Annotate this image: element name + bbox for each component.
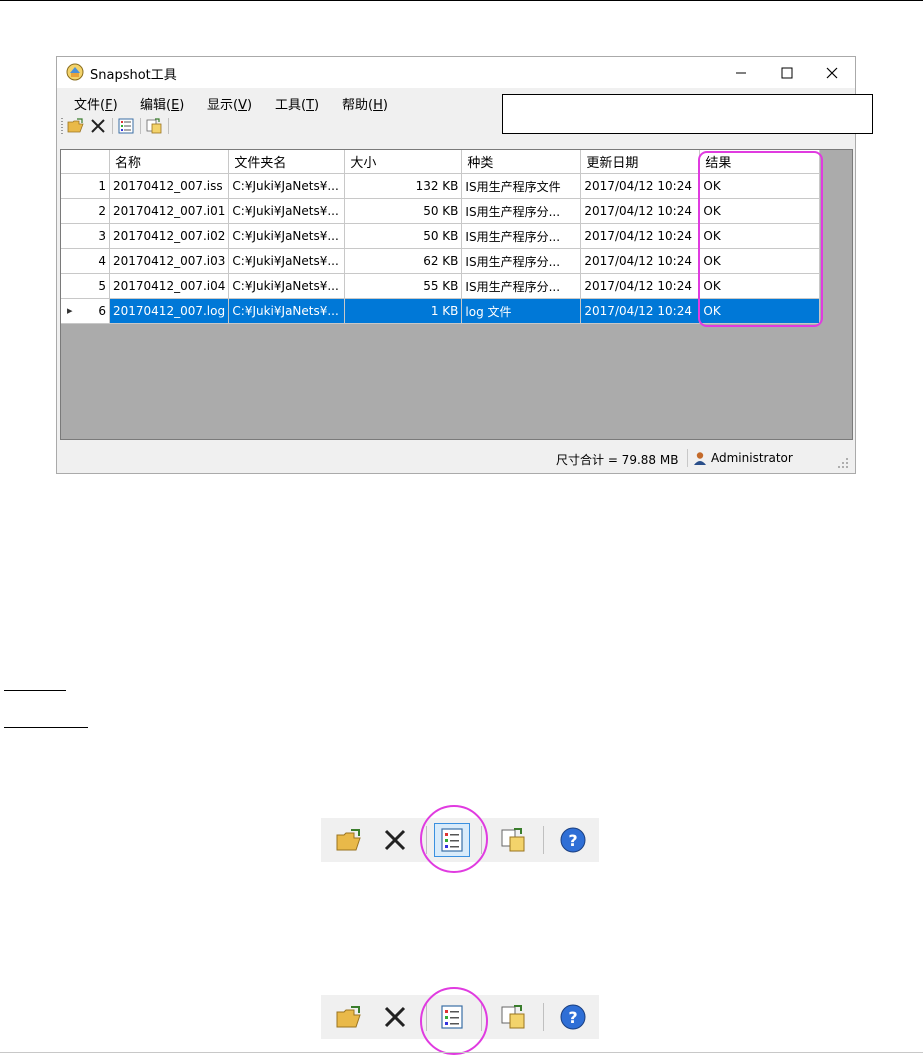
maximize-button[interactable] — [764, 57, 810, 88]
cell-folder[interactable]: C:¥Juki¥JaNets¥... — [228, 223, 346, 249]
status-separator — [687, 449, 688, 467]
cell-size[interactable]: 50 KB — [344, 223, 463, 249]
status-size-total: 尺寸合计 = 79.88 MB — [556, 453, 679, 467]
folder-open-icon[interactable] — [67, 117, 85, 135]
column-header-name[interactable]: 名称 — [109, 150, 230, 174]
svg-text:?: ? — [568, 831, 577, 850]
close-icon — [826, 67, 838, 78]
delete-x-icon[interactable] — [381, 1003, 409, 1031]
row-header[interactable]: 1 — [61, 173, 110, 199]
underline-mark — [4, 690, 66, 691]
row-header[interactable]: 5 — [61, 273, 110, 299]
status-user-name: Administrator — [711, 451, 793, 465]
cell-size[interactable]: 55 KB — [344, 273, 463, 299]
menu-edit[interactable]: 编辑(E) — [140, 94, 184, 113]
maximize-icon — [781, 67, 793, 78]
cell-folder[interactable]: C:¥Juki¥JaNets¥... — [228, 173, 346, 199]
export-copy-icon[interactable] — [499, 1003, 527, 1031]
menu-view[interactable]: 显示(V) — [207, 94, 252, 113]
underline-mark — [4, 727, 88, 728]
toolbar-separator — [168, 118, 169, 134]
cell-date[interactable]: 2017/04/12 10:24 — [580, 298, 701, 324]
cell-kind[interactable]: IS用生产程序分... — [461, 223, 582, 249]
cell-kind[interactable]: IS用生产程序分... — [461, 248, 582, 274]
cell-folder[interactable]: C:¥Juki¥JaNets¥... — [228, 298, 346, 324]
cell-name[interactable]: 20170412_007.i01 — [109, 198, 230, 224]
folder-open-icon[interactable] — [335, 1003, 363, 1031]
cell-size[interactable]: 50 KB — [344, 198, 463, 224]
page-top-rule — [0, 0, 923, 1]
button-highlight-circle — [420, 987, 488, 1055]
cell-kind[interactable]: log 文件 — [461, 298, 582, 324]
row-header-corner — [61, 150, 110, 174]
cell-folder[interactable]: C:¥Juki¥JaNets¥... — [228, 248, 346, 274]
row-header[interactable]: 3 — [61, 223, 110, 249]
export-copy-icon[interactable] — [499, 826, 527, 854]
cell-size[interactable]: 1 KB — [344, 298, 463, 324]
status-bar: 尺寸合计 = 79.88 MB Administrator — [57, 443, 855, 473]
minimize-button[interactable] — [718, 57, 764, 88]
cell-date[interactable]: 2017/04/12 10:24 — [580, 198, 701, 224]
column-header-folder[interactable]: 文件夹名 — [228, 150, 346, 174]
toolbar — [57, 114, 855, 138]
menu-help[interactable]: 帮助(H) — [342, 94, 388, 113]
cell-name[interactable]: 20170412_007.iss — [109, 173, 230, 199]
delete-x-icon[interactable] — [89, 117, 107, 135]
export-copy-icon[interactable] — [145, 117, 163, 135]
column-header-date[interactable]: 更新日期 — [580, 150, 701, 174]
cell-date[interactable]: 2017/04/12 10:24 — [580, 273, 701, 299]
list-properties-icon[interactable] — [117, 117, 135, 135]
cell-size[interactable]: 62 KB — [344, 248, 463, 274]
cell-size[interactable]: 132 KB — [344, 173, 463, 199]
minimize-icon — [736, 72, 746, 73]
svg-text:?: ? — [568, 1008, 577, 1027]
cell-folder[interactable]: C:¥Juki¥JaNets¥... — [228, 198, 346, 224]
cell-date[interactable]: 2017/04/12 10:24 — [580, 223, 701, 249]
row-header[interactable]: 4 — [61, 248, 110, 274]
cell-name[interactable]: 20170412_007.i04 — [109, 273, 230, 299]
window-title: Snapshot工具 — [90, 68, 177, 83]
help-icon[interactable]: ? — [559, 1003, 587, 1031]
column-header-kind[interactable]: 种类 — [461, 150, 582, 174]
cell-folder[interactable]: C:¥Juki¥JaNets¥... — [228, 273, 346, 299]
toolbar-separator — [543, 826, 544, 854]
row-index: 6 — [98, 304, 106, 318]
cell-name[interactable]: 20170412_007.log — [109, 298, 230, 324]
current-row-arrow-icon: ▸ — [67, 304, 73, 317]
delete-x-icon[interactable] — [381, 826, 409, 854]
toolbar-grip[interactable] — [61, 118, 63, 134]
help-icon[interactable]: ? — [559, 826, 587, 854]
title-bar: Snapshot工具 — [57, 57, 855, 88]
folder-open-icon[interactable] — [335, 826, 363, 854]
cell-name[interactable]: 20170412_007.i02 — [109, 223, 230, 249]
row-header[interactable]: ▸ 6 — [61, 298, 110, 324]
result-column-highlight — [698, 151, 823, 327]
cell-date[interactable]: 2017/04/12 10:24 — [580, 248, 701, 274]
cell-date[interactable]: 2017/04/12 10:24 — [580, 173, 701, 199]
cell-name[interactable]: 20170412_007.i03 — [109, 248, 230, 274]
cell-kind[interactable]: IS用生产程序分... — [461, 198, 582, 224]
cell-kind[interactable]: IS用生产程序分... — [461, 273, 582, 299]
menu-tools[interactable]: 工具(T) — [275, 94, 319, 113]
toolbar-separator — [140, 118, 141, 134]
cell-kind[interactable]: IS用生产程序文件 — [461, 173, 582, 199]
resize-grip-icon[interactable] — [837, 457, 849, 469]
snapshot-app-icon — [66, 63, 84, 81]
menu-file[interactable]: 文件(F) — [74, 94, 118, 113]
toolbar-separator — [543, 1003, 544, 1031]
close-button[interactable] — [809, 57, 855, 88]
button-highlight-circle — [420, 805, 488, 873]
toolbar-separator — [112, 118, 113, 134]
row-header[interactable]: 2 — [61, 198, 110, 224]
page-bottom-rule — [0, 1052, 923, 1053]
user-icon — [694, 452, 706, 465]
column-header-size[interactable]: 大小 — [344, 150, 463, 174]
